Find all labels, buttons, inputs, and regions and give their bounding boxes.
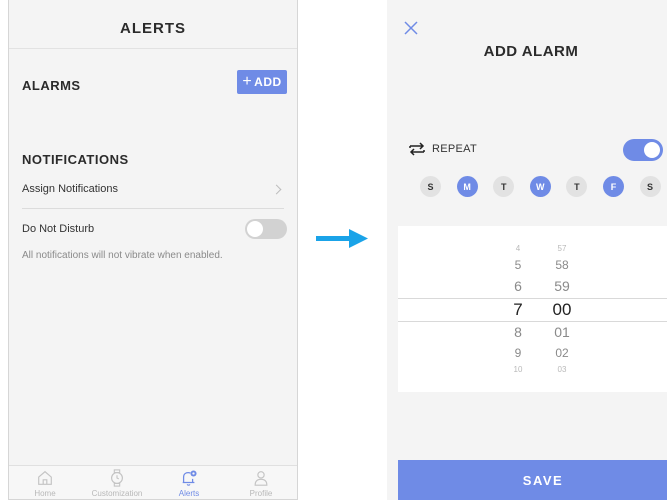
header-divider bbox=[9, 48, 297, 49]
page-title: ADD ALARM bbox=[483, 43, 579, 60]
do-not-disturb-label: Do Not Disturb bbox=[22, 223, 95, 235]
toggle-knob bbox=[644, 142, 660, 158]
minute-option: 02 bbox=[555, 346, 569, 360]
add-alarm-screen: ADD ALARM REPEAT S M T W T F S 4 5 6 7 8… bbox=[387, 0, 667, 500]
plus-icon: + bbox=[242, 73, 253, 90]
day-friday[interactable]: F bbox=[602, 176, 624, 197]
toggle-knob bbox=[247, 221, 263, 237]
alarms-heading: ALARMS bbox=[22, 78, 81, 93]
minute-option-selected: 00 bbox=[552, 300, 572, 319]
notifications-heading: NOTIFICATIONS bbox=[22, 152, 129, 167]
hour-option: 10 bbox=[513, 365, 523, 374]
tab-bar: Home Customization Alerts Profile bbox=[9, 465, 297, 499]
day-sunday[interactable]: S bbox=[420, 176, 441, 197]
add-alarm-button[interactable]: + ADD bbox=[237, 70, 287, 94]
minute-option: 01 bbox=[554, 324, 570, 340]
hour-option: 8 bbox=[514, 324, 522, 340]
tab-customization[interactable]: Customization bbox=[86, 469, 148, 498]
minute-option: 59 bbox=[554, 278, 570, 294]
close-icon[interactable] bbox=[403, 20, 419, 36]
assign-notifications-row[interactable]: Assign Notifications bbox=[22, 176, 284, 202]
repeat-label: REPEAT bbox=[432, 143, 477, 155]
user-icon bbox=[254, 471, 268, 486]
minute-option: 58 bbox=[555, 258, 569, 272]
watch-icon bbox=[111, 469, 123, 487]
day-saturday[interactable]: S bbox=[639, 176, 661, 197]
page-title: ALERTS bbox=[120, 20, 186, 37]
assign-notifications-label: Assign Notifications bbox=[22, 183, 118, 195]
day-tuesday[interactable]: T bbox=[493, 176, 515, 197]
tab-profile[interactable]: Profile bbox=[230, 469, 292, 498]
hour-option: 5 bbox=[514, 258, 522, 272]
tab-customization-label: Customization bbox=[91, 489, 143, 498]
home-icon bbox=[38, 470, 52, 485]
hour-option-selected: 7 bbox=[513, 300, 523, 319]
divider bbox=[22, 208, 284, 209]
save-button[interactable]: SAVE bbox=[398, 460, 667, 500]
do-not-disturb-description: All notifications will not vibrate when … bbox=[22, 250, 223, 261]
chevron-right-icon bbox=[271, 184, 282, 194]
alerts-screen: ALERTS ALARMS + ADD NOTIFICATIONS Assign… bbox=[8, 0, 298, 500]
hour-option: 4 bbox=[515, 244, 521, 253]
repeat-toggle[interactable] bbox=[623, 139, 663, 161]
tab-home-label: Home bbox=[34, 489, 56, 498]
minute-option: 03 bbox=[557, 365, 567, 374]
do-not-disturb-toggle[interactable] bbox=[245, 219, 287, 239]
time-picker[interactable]: 4 5 6 7 8 9 10 57 58 59 00 01 02 03 bbox=[398, 226, 667, 392]
add-button-label: ADD bbox=[254, 75, 282, 89]
hour-option: 9 bbox=[514, 346, 522, 360]
day-monday[interactable]: M bbox=[456, 176, 478, 197]
hour-option: 6 bbox=[514, 278, 522, 294]
tab-profile-label: Profile bbox=[249, 489, 273, 498]
weekday-selector: S M T W T F S bbox=[420, 176, 661, 197]
minute-option: 57 bbox=[557, 244, 567, 253]
tab-alerts[interactable]: Alerts bbox=[158, 469, 220, 498]
day-thursday[interactable]: T bbox=[566, 176, 588, 197]
tab-alerts-label: Alerts bbox=[178, 489, 200, 498]
repeat-icon bbox=[409, 142, 425, 156]
bell-gear-icon bbox=[182, 470, 197, 486]
day-wednesday[interactable]: W bbox=[529, 176, 551, 197]
arrow-right-icon bbox=[316, 229, 368, 248]
tab-home[interactable]: Home bbox=[14, 469, 76, 498]
